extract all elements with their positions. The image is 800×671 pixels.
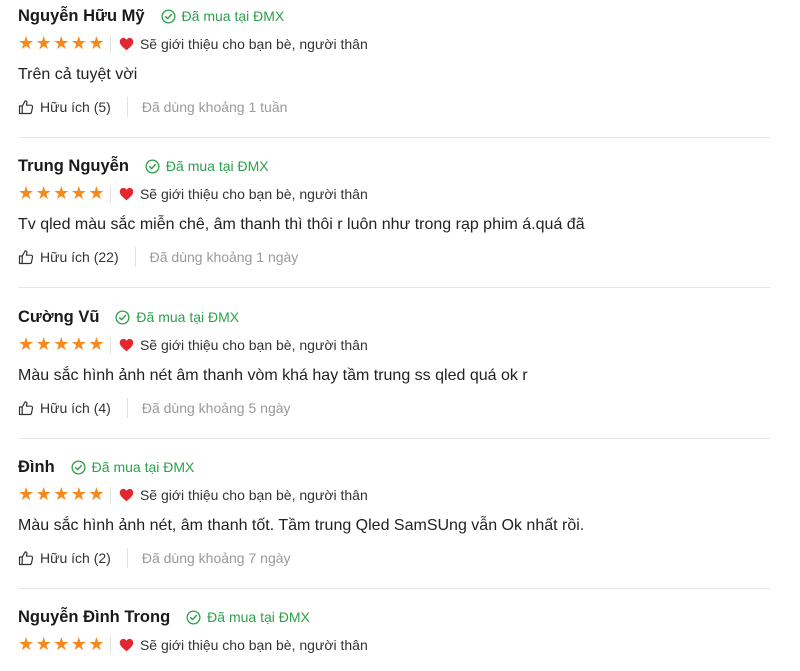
usage-duration: Đã dùng khoảng 1 ngày	[149, 249, 299, 265]
check-circle-icon	[186, 609, 201, 625]
check-circle-icon	[161, 8, 176, 24]
divider	[126, 548, 128, 568]
star-icon: ★	[53, 484, 70, 505]
helpful-label: Hữu ích (22)	[40, 249, 119, 265]
star-icon: ★	[88, 334, 105, 355]
recommend-text: Sẽ giới thiệu cho bạn bè, người thân	[139, 36, 368, 52]
reviewer-name: Nguyễn Đình Trong	[18, 607, 171, 626]
helpful-label: Hữu ích (2)	[40, 550, 111, 566]
star-icon: ★	[70, 634, 87, 655]
verified-purchase-badge: Đã mua tại ĐMX	[145, 158, 269, 174]
reviewer-name: Nguyễn Hữu Mỹ	[18, 6, 145, 25]
star-icon: ★	[70, 183, 87, 204]
star-icon: ★	[88, 33, 105, 54]
star-icon: ★	[88, 484, 105, 505]
star-icon: ★	[35, 334, 52, 355]
recommend-text: Sẽ giới thiệu cho bạn bè, người thân	[139, 186, 368, 202]
star-rating: ★ ★ ★ ★ ★	[18, 35, 106, 53]
usage-duration: Đã dùng khoảng 5 ngày	[141, 400, 291, 416]
review-content: Tv qled màu sắc miễn chê, âm thanh thì t…	[18, 216, 585, 233]
verified-purchase-badge: Đã mua tại ĐMX	[186, 609, 310, 625]
review-item: Trung Nguyễn Đã mua tại ĐMX ★ ★ ★ ★ ★ Sẽ giớ…	[18, 155, 770, 288]
star-rating: ★ ★ ★ ★ ★	[18, 185, 106, 203]
thumbs-up-icon	[18, 100, 34, 115]
verified-label: Đã mua tại ĐMX	[181, 8, 285, 24]
review-content: Màu sắc hình ảnh nét, âm thanh tốt. Tầm …	[18, 517, 585, 534]
divider	[126, 97, 128, 117]
divider	[109, 35, 111, 53]
helpful-button[interactable]: Hữu ích (5)	[18, 99, 111, 115]
star-icon: ★	[18, 484, 35, 505]
verified-label: Đã mua tại ĐMX	[136, 309, 240, 325]
star-icon: ★	[53, 334, 70, 355]
review-item: Nguyễn Hữu Mỹ Đã mua tại ĐMX ★ ★ ★ ★ ★ Sẽ gi…	[18, 5, 770, 138]
divider	[134, 247, 136, 267]
divider	[109, 185, 111, 203]
star-icon: ★	[88, 183, 105, 204]
verified-purchase-badge: Đã mua tại ĐMX	[115, 309, 239, 325]
review-item: Cường Vũ Đã mua tại ĐMX ★ ★ ★ ★ ★ Sẽ giới th…	[18, 306, 770, 439]
heart-icon	[119, 488, 134, 502]
star-rating: ★ ★ ★ ★ ★	[18, 636, 106, 654]
star-icon: ★	[35, 33, 52, 54]
star-icon: ★	[18, 334, 35, 355]
divider	[126, 398, 128, 418]
helpful-button[interactable]: Hữu ích (4)	[18, 400, 111, 416]
divider	[109, 486, 111, 504]
review-content: Màu sắc hình ảnh nét âm thanh vòm khá ha…	[18, 367, 528, 384]
star-icon: ★	[53, 33, 70, 54]
reviewer-name: Đình	[18, 457, 55, 476]
star-icon: ★	[70, 484, 87, 505]
helpful-button[interactable]: Hữu ích (2)	[18, 550, 111, 566]
reviewer-name: Cường Vũ	[18, 307, 100, 326]
heart-icon	[119, 338, 134, 352]
review-item: Nguyễn Đình Trong Đã mua tại ĐMX ★ ★ ★ ★ ★ S…	[18, 606, 770, 671]
verified-purchase-badge: Đã mua tại ĐMX	[161, 8, 285, 24]
verified-label: Đã mua tại ĐMX	[165, 158, 269, 174]
recommend-text: Sẽ giới thiệu cho bạn bè, người thân	[139, 637, 368, 653]
star-icon: ★	[18, 183, 35, 204]
star-icon: ★	[88, 634, 105, 655]
star-icon: ★	[70, 33, 87, 54]
check-circle-icon	[71, 459, 86, 475]
star-icon: ★	[18, 33, 35, 54]
star-rating: ★ ★ ★ ★ ★	[18, 486, 106, 504]
divider	[109, 336, 111, 354]
check-circle-icon	[115, 309, 130, 325]
star-icon: ★	[35, 183, 52, 204]
verified-purchase-badge: Đã mua tại ĐMX	[71, 459, 195, 475]
helpful-label: Hữu ích (5)	[40, 99, 111, 115]
star-icon: ★	[53, 183, 70, 204]
thumbs-up-icon	[18, 551, 34, 566]
review-item: Đình Đã mua tại ĐMX ★ ★ ★ ★ ★ Sẽ giới thiệu …	[18, 456, 770, 589]
reviewer-name: Trung Nguyễn	[18, 156, 129, 175]
verified-label: Đã mua tại ĐMX	[91, 459, 195, 475]
review-list: Nguyễn Hữu Mỹ Đã mua tại ĐMX ★ ★ ★ ★ ★ Sẽ gi…	[0, 0, 800, 671]
usage-duration: Đã dùng khoảng 7 ngày	[141, 550, 291, 566]
star-icon: ★	[53, 634, 70, 655]
thumbs-up-icon	[18, 250, 34, 265]
check-circle-icon	[145, 158, 160, 174]
thumbs-up-icon	[18, 401, 34, 416]
usage-duration: Đã dùng khoảng 1 tuần	[141, 99, 288, 115]
verified-label: Đã mua tại ĐMX	[207, 609, 310, 625]
recommend-text: Sẽ giới thiệu cho bạn bè, người thân	[139, 487, 368, 503]
star-icon: ★	[35, 634, 52, 655]
heart-icon	[119, 638, 134, 652]
star-icon: ★	[35, 484, 52, 505]
review-content: Trên cả tuyệt vời	[18, 66, 138, 83]
heart-icon	[119, 37, 134, 51]
star-rating: ★ ★ ★ ★ ★	[18, 336, 106, 354]
helpful-button[interactable]: Hữu ích (22)	[18, 249, 119, 265]
recommend-text: Sẽ giới thiệu cho bạn bè, người thân	[139, 337, 368, 353]
star-icon: ★	[70, 334, 87, 355]
star-icon: ★	[18, 634, 35, 655]
heart-icon	[119, 187, 134, 201]
divider	[109, 636, 111, 654]
helpful-label: Hữu ích (4)	[40, 400, 111, 416]
